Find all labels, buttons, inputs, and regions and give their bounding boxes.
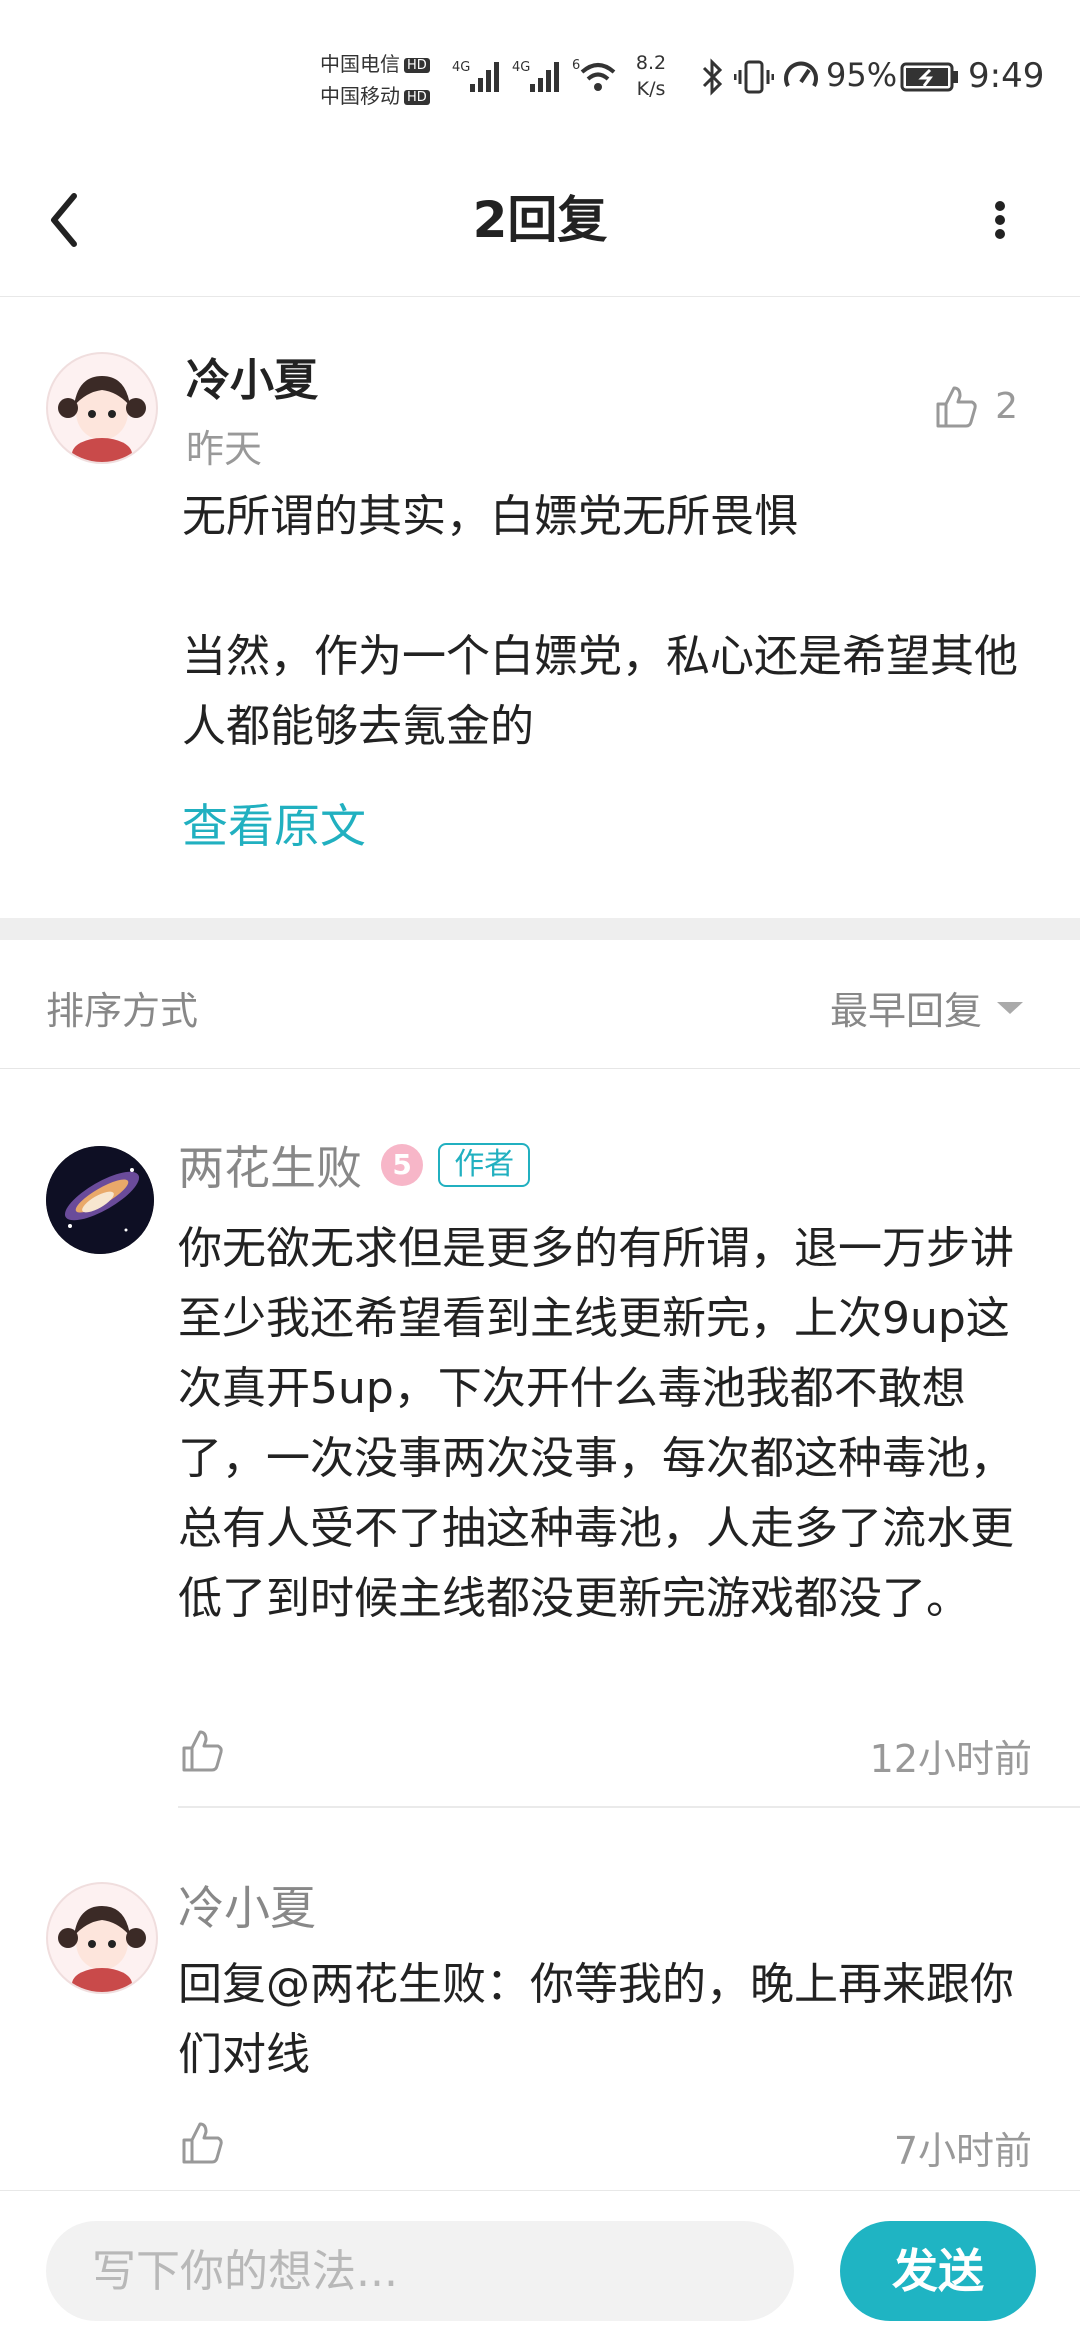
signal-icon-2 [530,62,559,92]
page-title: 2回复 [472,191,608,249]
battery-percent: 95% [826,56,898,94]
reply-1-text: 你无欲无求但是更多的有所谓，退一万步讲至少我还希望看到主线更新完，上次9up这次… [178,1223,1014,1624]
comment-composer: 发送 [0,2190,1080,2341]
caret-down-icon [997,1001,1024,1014]
avatar-reply-1[interactable] [46,1146,154,1254]
signal-icon [470,62,499,92]
avatar-main-post[interactable] [46,352,158,464]
sort-row: 排序方式 最早回复 [0,940,1080,1069]
sort-label: 排序方式 [46,989,199,1033]
clock: 9:49 [968,56,1045,96]
comment-input[interactable] [46,2221,794,2321]
network-speed: 8.2 K/s [635,52,667,100]
sort-dropdown[interactable]: 最早回复 [830,980,1025,1033]
main-post-time: 昨天 [186,427,263,471]
sort-value: 最早回复 [830,989,983,1033]
reply-2-like-button[interactable] [178,2118,226,2170]
more-vertical-icon [995,201,1005,239]
thumbs-up-icon [182,2122,223,2164]
send-button[interactable]: 发送 [840,2221,1036,2321]
avatar-girl-image [48,354,156,462]
view-original-link[interactable]: 查看原文 [182,790,366,856]
reply-2-username[interactable]: 冷小夏 [178,1872,316,1938]
reply-2-text: 回复@两花生败：你等我的，晚上再来跟你们对线 [178,1959,1014,2080]
battery-icon [900,62,958,92]
reply-1-header: 两花生败 5 作者 [178,1132,531,1202]
reply-1-like-button[interactable] [178,1726,226,1778]
thumbs-up-icon [182,1730,223,1772]
main-post-text: 无所谓的其实，白嫖党无所畏惧 当然，作为一个白嫖党，私心还是希望其他人都能够去氪… [182,491,1018,752]
avatar-girl-image [48,1884,156,1992]
vibrate-icon [734,60,774,94]
avatar-reply-2[interactable] [46,1882,158,1994]
avatar-galaxy-image [46,1146,154,1254]
more-menu-button[interactable] [970,180,1030,260]
speedometer-icon [784,61,818,87]
app-header: 2回复 [0,150,1080,297]
network-type-1: 4G [452,60,471,75]
reply-1-username[interactable]: 两花生败 [178,1141,362,1195]
carrier-1: 中国电信 HD [320,48,430,77]
section-divider [0,918,1080,940]
wifi-icon [580,63,616,91]
thumbs-up-icon [936,386,977,428]
bluetooth-icon [702,58,723,96]
status-bar: 中国电信 HD 中国移动 HD 4G 4G 6 8.2 K/s 95% 9:49 [0,0,1080,150]
main-post-like-count: 2 [995,385,1018,427]
level-badge: 5 [381,1144,424,1186]
reply-divider [178,1806,1080,1808]
reply-1-time: 12小时前 [869,1737,1032,1781]
reply-2-time: 7小时前 [893,2129,1032,2173]
main-post-like-button[interactable]: 2 [932,382,1018,438]
author-badge: 作者 [438,1143,531,1187]
network-type-2: 4G [512,60,531,75]
carrier-2: 中国移动 HD [320,80,430,109]
main-post-username[interactable]: 冷小夏 [186,344,318,408]
